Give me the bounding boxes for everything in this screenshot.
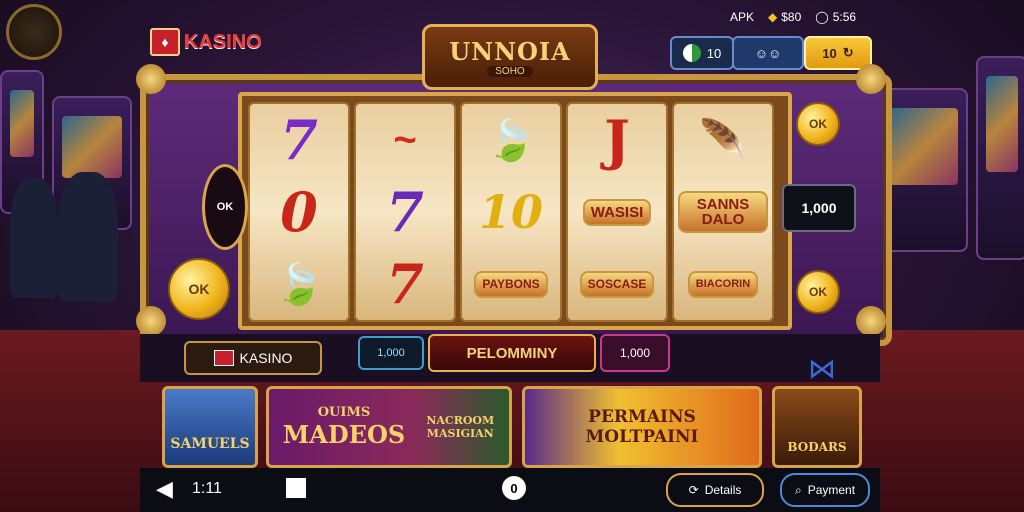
casino-button[interactable]: KASINO <box>184 341 322 375</box>
promo-label: PERMAINS <box>588 407 696 427</box>
reels-area: 7 0 🍃 ~ 7 7 🍃 10 PAYBONS J WASISI SOSCAS… <box>238 92 792 330</box>
gem-icon: ◆ <box>768 10 778 24</box>
bonus-value: 10 <box>822 45 837 61</box>
ball-icon <box>682 44 701 62</box>
symbol-seven-red: 7 <box>386 252 424 316</box>
friends-button[interactable]: ☺☺ <box>732 36 804 70</box>
left-gold-coin[interactable]: OK <box>168 258 230 320</box>
background-player-1 <box>10 178 58 298</box>
symbol-seven-purple: 7 <box>280 108 318 172</box>
right-gold-coin-bottom[interactable]: OK <box>796 270 840 314</box>
symbol-seven-purple-2: 7 <box>386 180 424 244</box>
spin-button[interactable]: PELOMMINY <box>428 334 596 372</box>
symbol-plaque-soscase: SOSCASE <box>568 248 666 320</box>
promo-label-small: OUIMS <box>317 405 371 420</box>
symbol-ten-gold: 10 <box>478 185 543 239</box>
corner-ornament-icon <box>856 306 886 336</box>
status-bar: APK ◆ $80 ◯ 5:56 <box>730 10 856 24</box>
people-icon: ☺☺ <box>754 45 782 61</box>
promo-card-permains[interactable]: PERMAINS MOLTPAINI <box>522 386 762 468</box>
leaf-icon: 🍃 <box>274 262 324 307</box>
corner-ornament-icon <box>856 64 886 94</box>
back-icon[interactable]: ◀ <box>156 476 173 502</box>
corner-ornament-icon <box>136 64 166 94</box>
background-slot-machine-right-2 <box>976 56 1024 260</box>
symbol-plaque-wasisi: WASISI <box>568 176 666 248</box>
details-button[interactable]: ⟳ Details <box>666 473 764 507</box>
flag-icon <box>213 350 234 366</box>
right-gold-coin-top[interactable]: OK <box>796 102 840 146</box>
background-player-2 <box>58 172 118 302</box>
symbol-zero-red: 0 <box>280 180 318 244</box>
reel-2[interactable]: ~ 7 7 <box>354 102 456 322</box>
balance-value: 10 <box>706 45 722 61</box>
bow-ribbon-icon: ⋈ <box>808 353 836 384</box>
clock-icon: ◯ <box>815 10 829 24</box>
bet-value: 1,000 <box>377 347 405 359</box>
background-slot-machine-right <box>880 88 968 252</box>
symbol-j-red: J <box>604 108 630 172</box>
ceiling-ornament-icon <box>6 4 62 60</box>
timer-value: 5:56 <box>832 10 857 24</box>
search-icon: ⌕ <box>794 482 802 497</box>
promo-label: BODARS <box>787 440 847 454</box>
payment-label: Payment <box>807 483 856 497</box>
left-chip-label: OK <box>216 201 234 213</box>
promo-label: MOLTPAINI <box>585 427 699 447</box>
ribbon-icon: ~ <box>393 117 417 162</box>
nav-left-label: 1:11 <box>192 480 222 497</box>
reel-1[interactable]: 7 0 🍃 <box>248 102 350 322</box>
refresh-icon: ⟳ <box>688 483 699 497</box>
symbol-plaque-biacorin: BIACORIN <box>674 248 772 320</box>
promo-card-bodars[interactable]: BODARS <box>772 386 862 468</box>
spin-button-label: PELOMMINY <box>466 344 558 362</box>
promo-card-samuels[interactable]: SAMUELS <box>162 386 258 468</box>
right-display-value: 1,000 <box>801 200 837 216</box>
coins-value: $80 <box>781 10 802 24</box>
home-icon[interactable] <box>286 478 306 498</box>
corner-ornament-icon <box>136 306 166 336</box>
leaf-icon-green: 🍃 <box>486 118 536 163</box>
details-label: Details <box>704 483 742 497</box>
win-value: 1,000 <box>619 346 651 360</box>
left-coin-label: OK <box>188 281 210 297</box>
nav-center-button[interactable]: 0 <box>502 476 526 500</box>
right-coin-top-label: OK <box>809 117 827 131</box>
win-display: 1,000 <box>600 334 670 372</box>
bonus-button[interactable]: 10 ↻ <box>804 36 872 70</box>
symbol-plaque-paybons: PAYBONS <box>462 248 560 320</box>
left-spade-chip[interactable]: OK <box>202 164 248 250</box>
slot-machine-frame: 7 0 🍃 ~ 7 7 🍃 10 PAYBONS J WASISI SOSCAS… <box>140 74 892 346</box>
promo-label-side: NACROOM MASIGIAN <box>426 414 495 440</box>
game-subtitle: SOHO <box>487 66 533 77</box>
casino-button-label: KASINO <box>239 350 293 366</box>
payment-button[interactable]: ⌕ Payment <box>780 473 870 507</box>
timer-status: ◯ 5:56 <box>815 10 856 24</box>
status-left-text: APK <box>730 10 755 24</box>
right-credit-display: 1,000 <box>782 184 856 232</box>
reel-3[interactable]: 🍃 10 PAYBONS <box>460 102 562 322</box>
bet-display: 1,000 <box>358 336 424 370</box>
nav-center-label: 0 <box>510 480 518 496</box>
reel-5[interactable]: 🪶 SANNS DALO BIACORIN <box>672 102 774 322</box>
coins-status: ◆ $80 <box>768 10 801 24</box>
symbol-plaque-sanns: SANNS DALO <box>674 176 772 248</box>
right-coin-bottom-label: OK <box>809 285 827 299</box>
promo-label: SAMUELS <box>170 436 250 452</box>
brand-name: KASINO <box>184 30 262 53</box>
feather-icon: 🪶 <box>699 119 747 161</box>
promo-label-large: MADEOS <box>282 420 406 449</box>
game-title-banner: UNNOIA SOHO <box>422 24 598 90</box>
promo-card-madeos[interactable]: OUIMS MADEOS NACROOM MASIGIAN <box>266 386 512 468</box>
brand-logo[interactable]: ♦ KASINO <box>150 28 262 56</box>
flag-icon: ♦ <box>150 28 180 56</box>
reel-4[interactable]: J WASISI SOSCASE <box>566 102 668 322</box>
game-title: UNNOIA <box>449 37 571 66</box>
balance-pill[interactable]: 10 <box>670 36 734 70</box>
refresh-icon: ↻ <box>842 45 854 60</box>
